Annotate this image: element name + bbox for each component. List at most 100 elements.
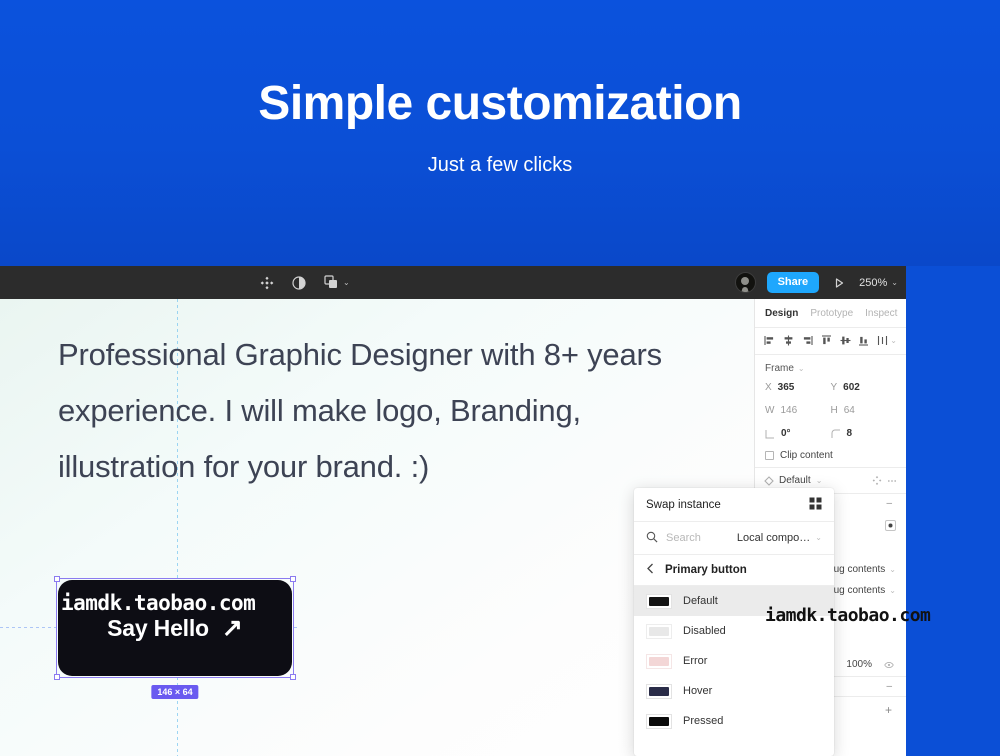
frame-label: Frame [765, 363, 794, 374]
toolbar-right-group: Share 250% ⌄ [735, 266, 898, 299]
eye-icon[interactable] [884, 660, 894, 670]
canvas-text-line: Professional Graphic Designer with 8+ ye… [58, 327, 758, 383]
play-icon[interactable] [830, 274, 848, 292]
tab-design[interactable]: Design [765, 308, 798, 319]
align-right-icon[interactable] [802, 335, 813, 346]
y-field[interactable]: Y 602 [831, 382, 897, 393]
corner-radius-field[interactable]: 8 [831, 428, 897, 439]
detach-icon[interactable] [885, 520, 896, 531]
say-hello-label: Say Hello [107, 615, 209, 642]
list-item[interactable]: Hover [634, 676, 834, 706]
search-icon [646, 531, 658, 546]
panel-tabs: Design Prototype Inspect [755, 299, 906, 327]
component-thumbnail [646, 654, 672, 669]
clip-content-row[interactable]: Clip content [765, 450, 896, 461]
chevron-down-icon[interactable]: ⌄ [343, 279, 350, 287]
component-name-group[interactable]: Default ⌄ [764, 475, 867, 486]
swap-group-label: Primary button [665, 564, 747, 576]
resize-handle-top-left[interactable] [54, 576, 60, 582]
chevron-down-icon: ⌄ [798, 365, 805, 373]
avatar[interactable] [735, 272, 756, 293]
minus-icon[interactable]: – [886, 681, 892, 692]
list-item-label: Default [683, 595, 718, 607]
h-value: 64 [844, 405, 855, 416]
zoom-level-value: 250% [859, 277, 887, 289]
resize-handle-bottom-left[interactable] [54, 674, 60, 680]
component-thumbnail [646, 594, 672, 609]
say-hello-button[interactable]: Say Hello ↗ [58, 580, 292, 676]
canvas-headline-text[interactable]: Professional Graphic Designer with 8+ ye… [58, 327, 758, 495]
align-left-icon[interactable] [764, 335, 775, 346]
distribute-icon[interactable] [877, 335, 888, 346]
share-button[interactable]: Share [767, 272, 820, 293]
chevron-down-icon: ⌄ [889, 587, 896, 595]
plus-icon[interactable]: + [885, 703, 892, 717]
width-field[interactable]: W 146 [765, 405, 831, 416]
hug-contents-width[interactable]: Hug contents ⌄ [826, 564, 896, 575]
chevron-down-icon: ⌄ [889, 566, 896, 574]
hug-contents-width-label: Hug contents [826, 564, 885, 575]
component-diamond-icon [764, 476, 774, 486]
swap-instance-icon[interactable] [872, 476, 882, 486]
align-vertical-center-icon[interactable] [840, 335, 851, 346]
tab-inspect[interactable]: Inspect [865, 308, 897, 319]
resize-handle-bottom-right[interactable] [290, 674, 296, 680]
say-hello-button-group[interactable]: Say Hello ↗ 146 × 64 [58, 580, 292, 676]
component-source-label: Local compo… [737, 532, 810, 544]
x-value: 365 [778, 382, 795, 393]
rotation-value: 0° [781, 428, 791, 439]
swap-instance-header: Swap instance [634, 488, 834, 522]
list-item[interactable]: Pressed [634, 706, 834, 736]
alignment-toolbar: ⌄ [755, 328, 906, 354]
align-top-icon[interactable] [821, 335, 832, 346]
resize-handle-top-right[interactable] [290, 576, 296, 582]
component-source-dropdown[interactable]: Local compo… ⌄ [737, 532, 822, 544]
height-field[interactable]: H 64 [831, 405, 897, 416]
move-tool-icon[interactable] [258, 274, 276, 292]
list-item-label: Disabled [683, 625, 726, 637]
distribute-menu[interactable]: ⌄ [877, 335, 897, 346]
shapes-tool[interactable]: ⌄ [322, 274, 350, 292]
chevron-left-icon[interactable] [646, 563, 655, 577]
align-horizontal-center-icon[interactable] [783, 335, 794, 346]
w-value: 146 [780, 405, 797, 416]
list-item[interactable]: Error [634, 646, 834, 676]
page-title: Simple customization [0, 78, 1000, 131]
clip-content-label: Clip content [780, 450, 833, 461]
list-item-label: Pressed [683, 715, 723, 727]
list-item[interactable]: Default [634, 586, 834, 616]
component-thumbnail [646, 714, 672, 729]
list-item[interactable]: Disabled [634, 616, 834, 646]
more-options-icon[interactable] [887, 476, 897, 486]
align-bottom-icon[interactable] [858, 335, 869, 346]
shapes-icon[interactable] [322, 274, 340, 292]
figma-app-window: ⌄ Share 250% ⌄ Professional Graphic Desi… [0, 266, 1000, 756]
minus-icon[interactable]: – [886, 498, 892, 509]
component-thumbnail [646, 624, 672, 639]
arrow-up-right-icon: ↗ [222, 616, 243, 641]
chevron-down-icon[interactable]: ⌄ [890, 337, 897, 345]
page-subtitle: Just a few clicks [0, 154, 1000, 177]
clip-content-checkbox[interactable] [765, 451, 774, 460]
chevron-down-icon: ⌄ [815, 534, 822, 542]
rotation-field[interactable]: 0° [765, 428, 831, 439]
y-label: Y [831, 382, 838, 393]
contrast-icon[interactable] [290, 274, 308, 292]
tab-prototype[interactable]: Prototype [810, 308, 853, 319]
frame-section-title[interactable]: Frame ⌄ [765, 363, 896, 374]
corner-radius-icon [831, 429, 841, 439]
hug-contents-height[interactable]: Hug contents ⌄ [826, 585, 896, 596]
swap-instance-title: Swap instance [646, 499, 721, 511]
swap-search-row: Search Local compo… ⌄ [634, 522, 834, 555]
hug-contents-height-label: Hug contents [826, 585, 885, 596]
w-label: W [765, 405, 774, 416]
search-input[interactable]: Search [666, 532, 729, 544]
x-field[interactable]: X 365 [765, 382, 831, 393]
zoom-level-control[interactable]: 250% ⌄ [859, 277, 898, 289]
list-item-label: Error [683, 655, 707, 667]
canvas-text-line: experience. I will make logo, Branding, [58, 383, 758, 439]
grid-view-icon[interactable] [809, 497, 822, 513]
swap-group-header[interactable]: Primary button [634, 555, 834, 586]
corner-radius-value: 8 [847, 428, 853, 439]
rotation-icon [765, 429, 775, 439]
